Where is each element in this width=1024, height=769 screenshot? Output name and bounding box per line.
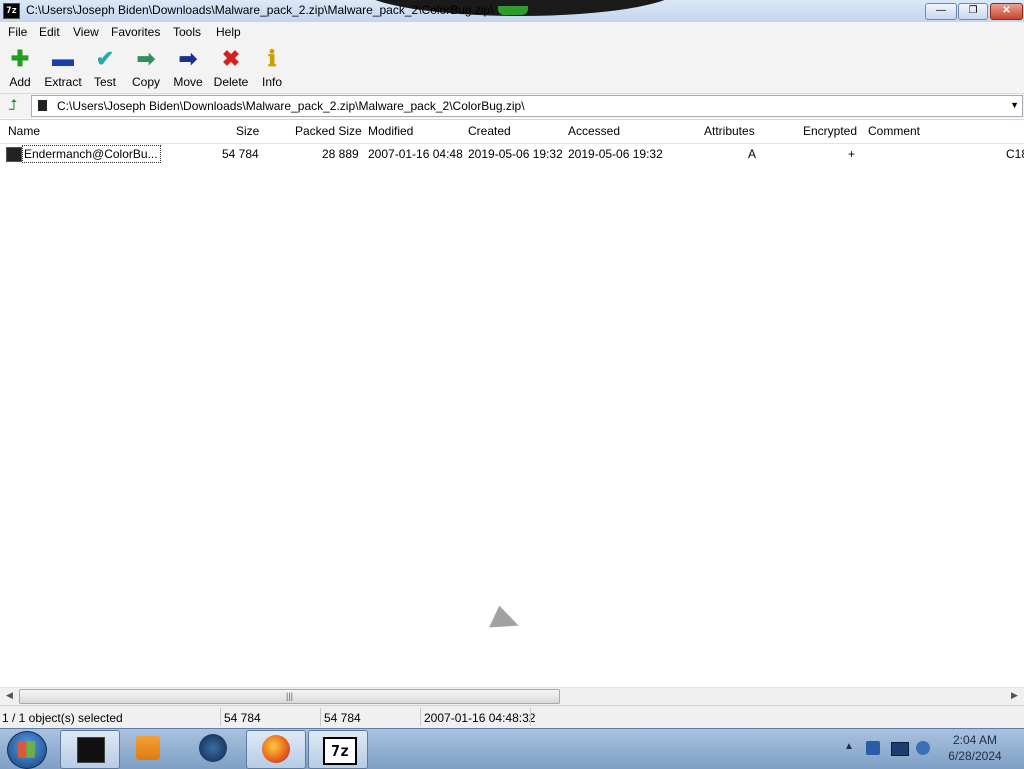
terminal-icon <box>77 737 105 763</box>
path-combobox[interactable]: C:\Users\Joseph Biden\Downloads\Malware_… <box>31 95 1023 117</box>
file-size: 54 784 <box>222 147 259 161</box>
file-icon <box>6 147 22 162</box>
taskbar-app-media-player[interactable] <box>122 730 180 767</box>
column-header-accessed[interactable]: Accessed <box>568 120 620 143</box>
delete-icon: ✖ <box>221 46 241 71</box>
tray-expand-icon[interactable]: ▲ <box>844 741 854 752</box>
file-crc-partial: C18 <box>1006 147 1024 161</box>
status-packed: 54 784 <box>324 711 361 725</box>
status-separator <box>420 708 421 726</box>
test-button[interactable]: ✔ Test <box>88 45 122 91</box>
network-icon[interactable] <box>866 741 880 755</box>
status-separator <box>320 708 321 726</box>
info-icon: ℹ <box>267 46 277 71</box>
taskbar: 7z ▲ 2:04 AM 6/28/2024 <box>0 728 1024 769</box>
close-button[interactable]: ✕ <box>990 3 1023 20</box>
column-header-created[interactable]: Created <box>468 120 511 143</box>
windows-logo-icon <box>18 741 35 758</box>
file-packed-size: 28 889 <box>322 147 359 161</box>
up-folder-button[interactable]: ⮥ <box>3 96 23 115</box>
globe-icon <box>199 734 227 762</box>
scroll-right-arrow[interactable]: ▶ <box>1011 690 1018 701</box>
start-button[interactable] <box>7 731 47 769</box>
toolbar: ✚ Add ▬ Extract ✔ Test ➡ Copy ➡ Move ✖ D… <box>0 41 1024 94</box>
taskbar-app-browser[interactable] <box>184 730 242 767</box>
info-button[interactable]: ℹ Info <box>258 45 286 91</box>
display-icon[interactable] <box>891 742 909 756</box>
menu-favorites[interactable]: Favorites <box>111 25 160 39</box>
path-dropdown-arrow[interactable]: ▼ <box>1010 100 1019 110</box>
status-separator <box>220 708 221 726</box>
scroll-thumb[interactable]: ||| <box>19 689 560 704</box>
status-bar: 1 / 1 object(s) selected 54 784 54 784 2… <box>0 705 1024 729</box>
firefox-icon <box>262 735 290 763</box>
horizontal-scrollbar[interactable]: ◀ ||| ▶ <box>0 687 1024 705</box>
system-clock[interactable]: 2:04 AM 6/28/2024 <box>935 732 1015 764</box>
title-bar[interactable]: 7z C:\Users\Joseph Biden\Downloads\Malwa… <box>0 0 1024 23</box>
column-header-comment[interactable]: Comment <box>868 120 920 143</box>
file-created: 2019-05-06 19:32 <box>468 147 563 161</box>
file-accessed: 2019-05-06 19:32 <box>568 147 663 161</box>
archive-icon <box>38 100 47 111</box>
add-button[interactable]: ✚ Add <box>4 45 36 91</box>
add-icon: ✚ <box>10 46 30 71</box>
move-icon: ➡ <box>178 46 198 71</box>
file-attributes: A <box>748 147 757 161</box>
copy-icon: ➡ <box>136 46 156 71</box>
status-modified: 2007-01-16 04:48:32 <box>424 711 536 725</box>
column-header-size[interactable]: Size <box>236 120 259 143</box>
mouse-cursor <box>489 605 523 639</box>
taskbar-app-firefox[interactable] <box>246 730 306 769</box>
menu-view[interactable]: View <box>73 25 99 39</box>
column-header-name[interactable]: Name <box>8 120 40 143</box>
status-size: 54 784 <box>224 711 261 725</box>
test-icon: ✔ <box>95 46 115 71</box>
file-modified: 2007-01-16 04:48 <box>368 147 463 161</box>
test-label: Test <box>93 75 116 89</box>
info-label: Info <box>261 75 282 89</box>
scroll-left-arrow[interactable]: ◀ <box>6 690 13 701</box>
delete-button[interactable]: ✖ Delete <box>211 45 251 91</box>
path-text: C:\Users\Joseph Biden\Downloads\Malware_… <box>57 99 525 113</box>
extract-icon: ▬ <box>52 46 74 71</box>
add-label: Add <box>9 75 31 89</box>
delete-label: Delete <box>213 75 249 89</box>
extract-label: Extract <box>44 75 82 89</box>
column-header-packed-size[interactable]: Packed Size <box>295 120 362 143</box>
minimize-button[interactable]: — <box>925 3 957 20</box>
menu-edit[interactable]: Edit <box>39 25 60 39</box>
menu-help[interactable]: Help <box>216 25 241 39</box>
file-list[interactable]: Name Size Packed Size Modified Created A… <box>0 119 1024 688</box>
file-encrypted: + <box>848 147 856 161</box>
column-header-attributes[interactable]: Attributes <box>704 120 755 143</box>
menu-file[interactable]: File <box>8 25 27 39</box>
clock-date: 6/28/2024 <box>948 749 1002 763</box>
maximize-button[interactable]: ❐ <box>958 3 988 20</box>
file-name[interactable]: Endermanch@ColorBu... <box>22 145 161 163</box>
menu-bar: File Edit View Favorites Tools Help <box>0 22 1024 41</box>
copy-button[interactable]: ➡ Copy <box>129 45 163 91</box>
7zip-icon: 7z <box>323 737 357 765</box>
7zip-app-icon[interactable]: 7z <box>3 3 20 19</box>
window-title: C:\Users\Joseph Biden\Downloads\Malware_… <box>26 3 494 17</box>
taskbar-app-terminal[interactable] <box>60 730 120 769</box>
column-header-modified[interactable]: Modified <box>368 120 413 143</box>
move-label: Move <box>173 75 203 89</box>
column-header-encrypted[interactable]: Encrypted <box>803 120 857 143</box>
status-separator <box>530 708 531 726</box>
media-player-icon <box>136 736 160 760</box>
copy-label: Copy <box>131 75 160 89</box>
clock-time: 2:04 AM <box>952 733 998 747</box>
address-bar: ⮥ C:\Users\Joseph Biden\Downloads\Malwar… <box>0 94 1024 118</box>
menu-tools[interactable]: Tools <box>173 25 201 39</box>
background-decoration-accent <box>498 6 528 15</box>
table-row[interactable]: Endermanch@ColorBu... 54 784 28 889 2007… <box>0 144 1024 164</box>
move-button[interactable]: ➡ Move <box>170 45 206 91</box>
status-selection: 1 / 1 object(s) selected <box>2 711 123 725</box>
volume-icon[interactable] <box>916 741 930 755</box>
taskbar-app-7zip[interactable]: 7z <box>308 730 368 769</box>
extract-button[interactable]: ▬ Extract <box>42 45 84 91</box>
